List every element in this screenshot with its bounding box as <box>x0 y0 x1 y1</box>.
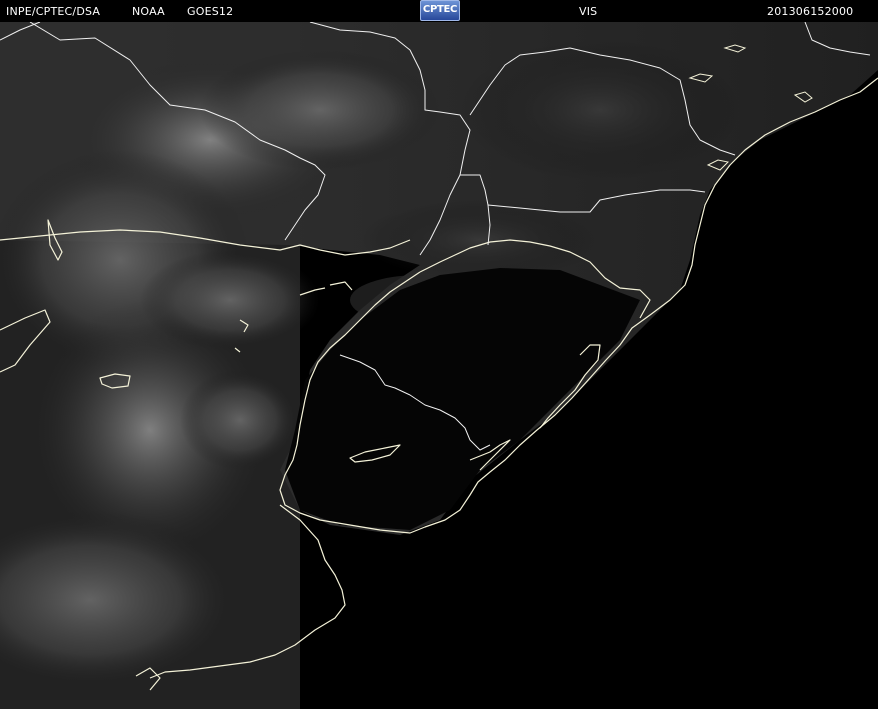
cloud-cluster-northeast <box>200 50 440 170</box>
source-label: NOAA <box>132 5 165 18</box>
cloud-cluster-central <box>140 250 320 350</box>
satellite-image-svg <box>0 22 878 709</box>
satellite-image <box>0 22 878 709</box>
cptec-logo: CPTEC <box>420 0 460 21</box>
image-header: INPE/CPTEC/DSA NOAA GOES12 CPTEC VIS 201… <box>0 0 878 22</box>
channel-label: VIS <box>579 5 598 18</box>
satellite-label: GOES12 <box>187 5 234 18</box>
cloud-cluster-south <box>180 370 300 470</box>
agency-label: INPE/CPTEC/DSA <box>6 5 101 18</box>
timestamp-label: 201306152000 <box>767 5 854 18</box>
land-texture-northeast <box>460 40 740 180</box>
cptec-logo-text: CPTEC <box>422 4 458 15</box>
